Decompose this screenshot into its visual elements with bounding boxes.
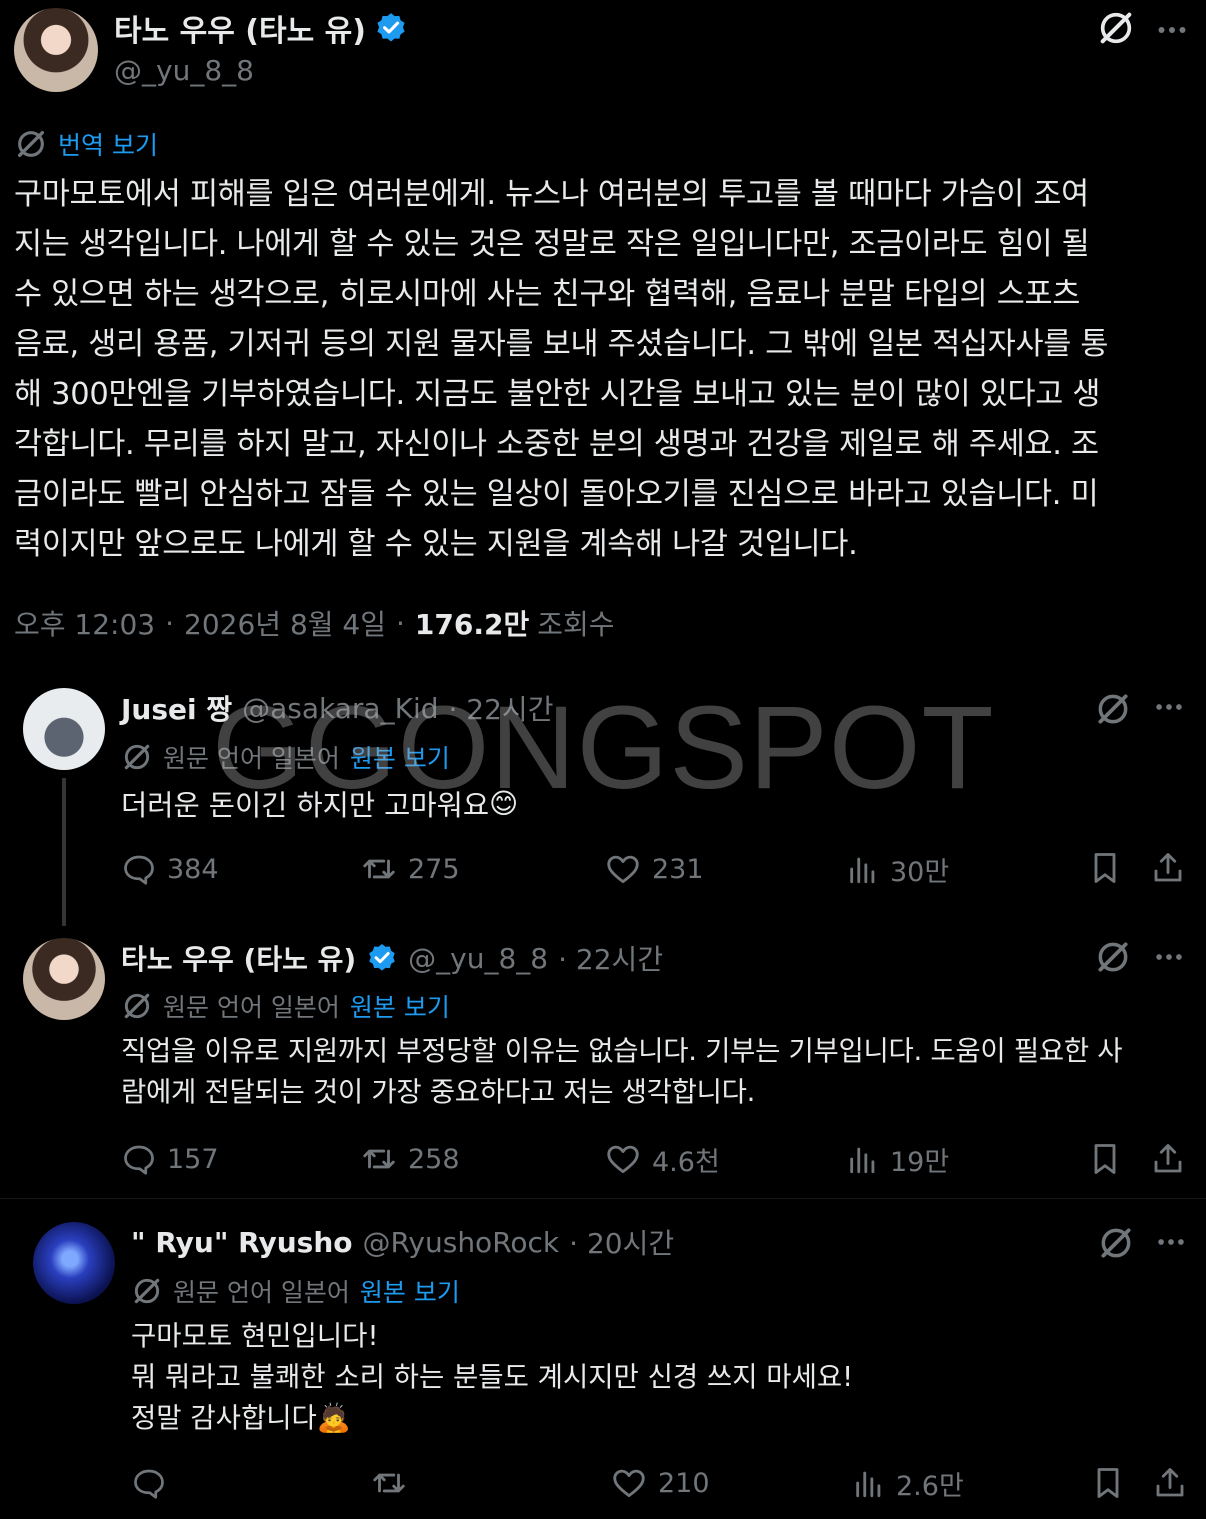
views-count: 2.6만	[896, 1470, 964, 1502]
retweet-icon[interactable]	[360, 850, 398, 888]
reply-age[interactable]: · 22시간	[558, 938, 663, 978]
user-handle[interactable]: @asakara_Kid	[242, 692, 438, 725]
avatar[interactable]	[23, 688, 105, 770]
bookmark-icon[interactable]	[1087, 1141, 1123, 1177]
reply-text: 구마모토 현민입니다! 뭐 뭐라고 불쾌한 소리 하는 분들도 계시지만 신경 …	[131, 1320, 854, 1434]
reply-icon[interactable]	[131, 1465, 167, 1501]
like-icon[interactable]	[604, 850, 642, 888]
display-name[interactable]: " Ryu" Ryusho	[131, 1226, 352, 1259]
tweet-text: 구마모토에서 피해를 입은 여러분에게. 뉴스나 여러분의 투고를 볼 때마다 …	[14, 177, 1109, 562]
grok-icon[interactable]	[1096, 8, 1136, 48]
translate-icon	[121, 741, 153, 773]
views-count: 30만	[890, 856, 950, 888]
reply-age[interactable]: · 20시간	[569, 1222, 674, 1262]
display-name[interactable]: 타노 우우 (타노 유)	[114, 6, 366, 50]
bow-emoji: 🙇	[316, 1402, 352, 1434]
language-note: 원문 언어 일본어	[173, 1278, 350, 1307]
retweet-count: 275	[408, 853, 460, 885]
grok-icon[interactable]	[1094, 938, 1132, 976]
translate-icon	[121, 990, 153, 1022]
separator: ·	[396, 606, 405, 640]
share-icon[interactable]	[1152, 1465, 1188, 1501]
reply-age[interactable]: · 22시간	[449, 688, 554, 728]
original-link[interactable]: 원본 보기	[350, 988, 450, 1024]
retweet-icon[interactable]	[360, 1140, 398, 1178]
tweet-time[interactable]: 오후 12:03	[14, 603, 155, 643]
share-icon[interactable]	[1150, 1141, 1186, 1177]
separator: ·	[165, 606, 175, 640]
smile-emoji: 😊	[489, 786, 519, 820]
like-count: 231	[652, 853, 704, 885]
tweet-date[interactable]: 2026년 8월 4일	[184, 603, 386, 643]
more-icon[interactable]	[1154, 12, 1190, 48]
grok-icon[interactable]	[1094, 690, 1132, 728]
avatar[interactable]	[14, 8, 98, 92]
user-handle[interactable]: @_yu_8_8	[114, 54, 254, 87]
original-link[interactable]: 원본 보기	[360, 1273, 460, 1309]
more-icon[interactable]	[1152, 690, 1186, 724]
avatar[interactable]	[33, 1222, 115, 1304]
display-name[interactable]: Jusei 짱	[121, 688, 232, 728]
avatar[interactable]	[23, 938, 105, 1020]
more-icon[interactable]	[1154, 1225, 1188, 1259]
reply-text: 직업을 이유로 지원까지 부정당할 이유는 없습니다. 기부는 기부입니다. 도…	[121, 1035, 1123, 1108]
thread-line	[62, 778, 66, 926]
retweet-count: 258	[408, 1143, 460, 1175]
reply-count: 384	[167, 853, 219, 885]
reply-text: 더러운 돈이긴 하지만 고마워요	[121, 788, 490, 822]
language-note: 원문 언어 일본어	[163, 744, 340, 773]
share-icon[interactable]	[1150, 850, 1186, 886]
reply-count: 157	[167, 1143, 219, 1175]
like-icon[interactable]	[604, 1140, 642, 1178]
views-count: 176.2만	[414, 608, 530, 641]
language-note: 원문 언어 일본어	[163, 993, 340, 1022]
original-link[interactable]: 원본 보기	[350, 739, 450, 775]
translate-icon	[131, 1275, 163, 1307]
divider	[0, 1198, 1206, 1199]
translate-link[interactable]: 번역 보기	[58, 126, 158, 162]
like-count: 210	[658, 1467, 710, 1499]
verified-badge	[366, 942, 398, 974]
grok-icon[interactable]	[1097, 1224, 1135, 1262]
verified-badge	[374, 11, 408, 45]
user-handle[interactable]: @RyushoRock	[362, 1226, 559, 1259]
views-icon[interactable]	[852, 1466, 886, 1500]
views-icon[interactable]	[846, 1142, 880, 1176]
views-icon[interactable]	[846, 852, 880, 886]
translate-icon	[14, 127, 48, 161]
reply-icon[interactable]	[121, 1141, 157, 1177]
reply-icon[interactable]	[121, 851, 157, 887]
bookmark-icon[interactable]	[1087, 850, 1123, 886]
like-icon[interactable]	[610, 1464, 648, 1502]
retweet-icon[interactable]	[370, 1464, 408, 1502]
more-icon[interactable]	[1152, 940, 1186, 974]
bookmark-icon[interactable]	[1090, 1465, 1126, 1501]
like-count: 4.6천	[652, 1146, 720, 1178]
views-label: 조회수	[537, 608, 615, 641]
user-handle[interactable]: @_yu_8_8	[408, 942, 548, 975]
views-count: 19만	[890, 1146, 950, 1178]
display-name[interactable]: 타노 우우 (타노 유)	[121, 938, 356, 978]
